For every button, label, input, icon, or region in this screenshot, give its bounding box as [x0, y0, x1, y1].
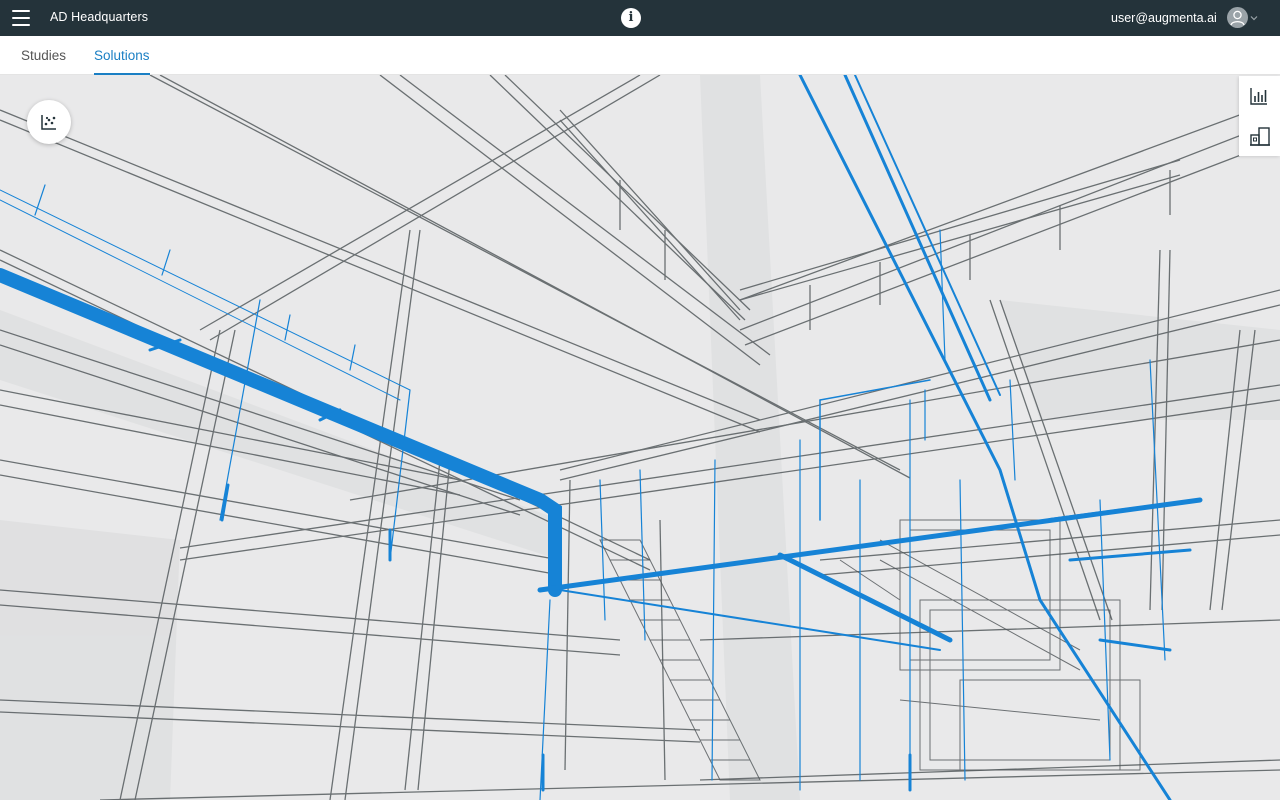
app-title: AD Headquarters: [50, 10, 149, 24]
tab-studies[interactable]: Studies: [21, 48, 66, 75]
tab-solutions[interactable]: Solutions: [94, 48, 150, 75]
scatter-plot-button[interactable]: [27, 100, 71, 144]
chevron-down-icon[interactable]: [1250, 14, 1258, 22]
top-bar: AD Headquarters i user@augmenta.ai: [0, 0, 1280, 36]
building-icon: [1250, 127, 1270, 146]
info-icon[interactable]: i: [621, 8, 641, 28]
hamburger-menu-icon[interactable]: [12, 10, 30, 26]
user-email[interactable]: user@augmenta.ai: [1111, 11, 1217, 25]
side-tool-panel: [1239, 76, 1280, 156]
scatter-plot-icon: [41, 115, 56, 130]
bar-chart-icon: [1250, 88, 1267, 105]
building-button[interactable]: [1239, 116, 1280, 156]
tab-bar: Studies Solutions: [0, 36, 1280, 75]
model-viewport[interactable]: [0, 75, 1280, 800]
building-model-render: [0, 75, 1280, 800]
user-avatar-icon[interactable]: [1227, 7, 1248, 28]
bar-chart-button[interactable]: [1239, 76, 1280, 116]
